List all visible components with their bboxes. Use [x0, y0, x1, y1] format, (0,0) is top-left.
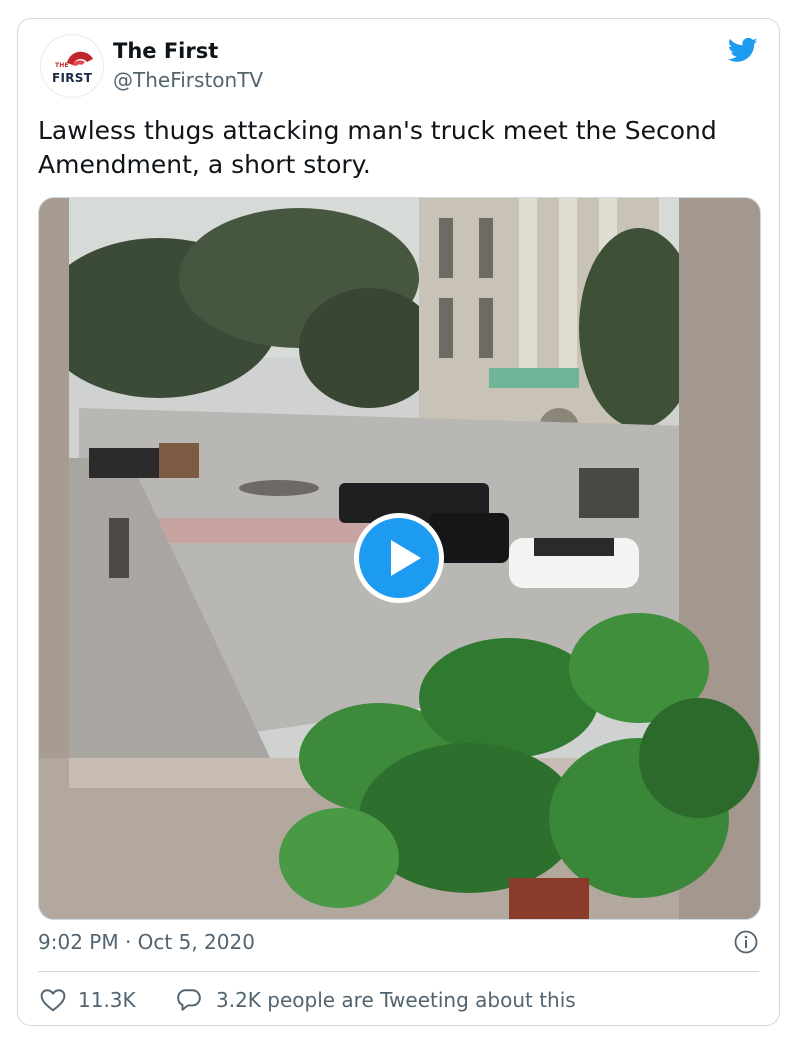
divider [38, 971, 759, 972]
play-button[interactable] [354, 513, 444, 603]
tweet-card[interactable]: THE FIRST The First @TheFirstonTV Lawles… [17, 18, 780, 1026]
first-logo-icon [67, 51, 93, 66]
author-name[interactable]: The First [113, 39, 218, 63]
tweet-timestamp[interactable]: 9:02 PM · Oct 5, 2020 [38, 930, 255, 954]
author-avatar[interactable]: THE FIRST [40, 34, 104, 98]
avatar-the-text: THE [55, 62, 69, 69]
tweet-video[interactable] [38, 197, 761, 920]
heart-icon[interactable] [40, 988, 66, 1012]
info-icon[interactable] [734, 930, 758, 954]
twitter-bird-icon[interactable] [726, 35, 760, 65]
avatar-first-text: FIRST [52, 71, 93, 85]
like-count[interactable]: 11.3K [78, 988, 136, 1012]
reply-bubble-icon[interactable] [176, 988, 202, 1012]
tweet-text: Lawless thugs attacking man's truck meet… [38, 116, 717, 179]
tweeting-count[interactable]: 3.2K people are Tweeting about this [216, 988, 576, 1012]
author-handle[interactable]: @TheFirstonTV [113, 68, 263, 92]
